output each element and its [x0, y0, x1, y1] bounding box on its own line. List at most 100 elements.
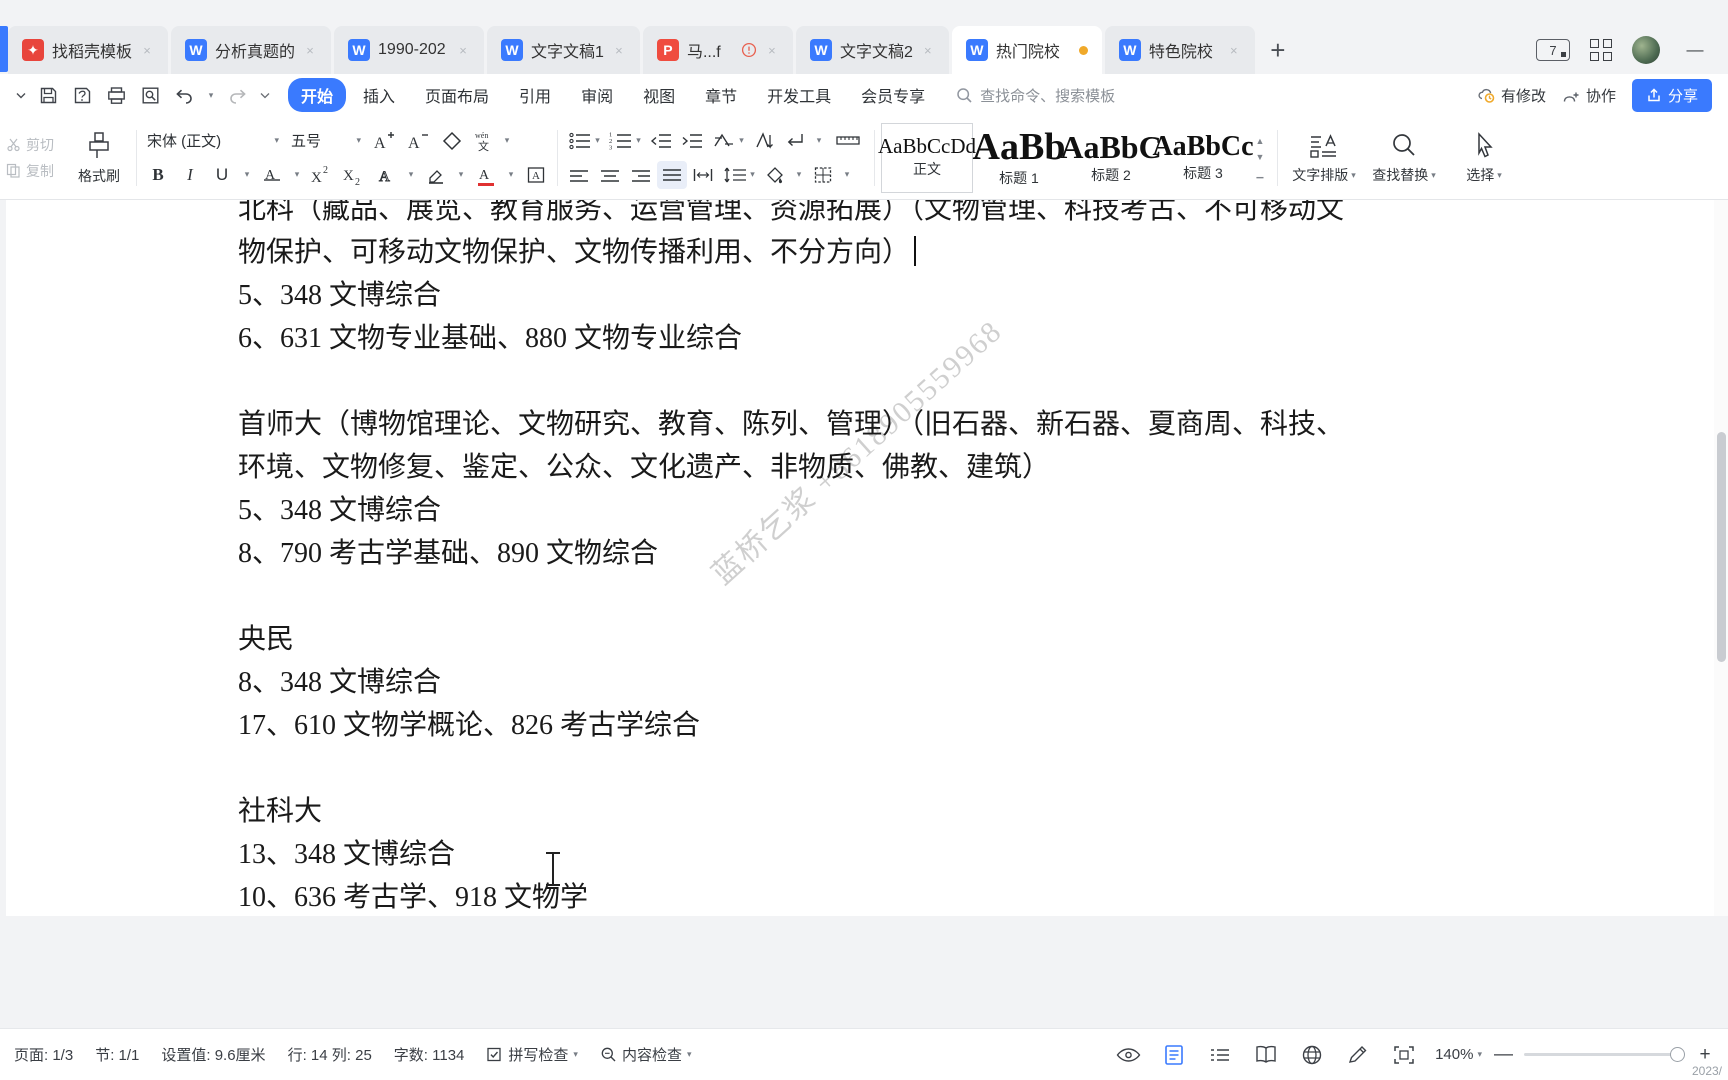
- close-icon[interactable]: ×: [765, 43, 779, 58]
- shading-button[interactable]: [760, 161, 790, 189]
- status-position[interactable]: 行: 14 列: 25: [288, 1044, 372, 1065]
- styles-expand-icon[interactable]: ▁: [1257, 168, 1264, 179]
- zoom-out-button[interactable]: —: [1494, 1044, 1513, 1066]
- qat-customize-chevron-icon[interactable]: [256, 80, 274, 110]
- zoom-in-button[interactable]: +: [1696, 1044, 1714, 1066]
- status-contentcheck[interactable]: 内容检查 ▾: [600, 1044, 691, 1065]
- style-item[interactable]: AaBbCc 标题 3: [1152, 123, 1253, 193]
- ribbon-tab-0[interactable]: 开始: [288, 78, 347, 112]
- ribbon-tab-8[interactable]: 会员专享: [848, 78, 938, 112]
- document-page[interactable]: 蓝桥乞浆 +8618905559968 北科（藏品、展览、教育服务、运营管理、资…: [0, 200, 1680, 916]
- subscript-button[interactable]: X2: [339, 161, 369, 189]
- document-tab[interactable]: W 文字文稿1 ×: [487, 26, 640, 74]
- search-command-box[interactable]: 查找命令、搜索模板: [956, 85, 1115, 106]
- align-left-button[interactable]: [564, 161, 594, 189]
- borders-button[interactable]: [808, 161, 838, 189]
- ribbon-tab-3[interactable]: 引用: [506, 78, 564, 112]
- ribbon-tab-5[interactable]: 视图: [630, 78, 688, 112]
- select-button[interactable]: 选择 ▾: [1444, 130, 1524, 185]
- document-tab[interactable]: W 特色院校 ×: [1104, 26, 1255, 74]
- print-preview-icon[interactable]: [134, 80, 166, 110]
- collaborate-button[interactable]: 协作: [1562, 85, 1616, 106]
- status-wordcount[interactable]: 字数: 1134: [394, 1044, 465, 1065]
- shading-chevron-icon[interactable]: ▾: [791, 161, 807, 189]
- document-line[interactable]: 首师大（博物馆理论、文物研究、教育、陈列、管理）（旧石器、新石器、夏商周、科技、: [238, 403, 1418, 446]
- highlight-button[interactable]: [421, 161, 451, 189]
- document-line[interactable]: 17、610 文物学概论、826 考古学综合: [238, 704, 1418, 747]
- strikethrough-chevron-icon[interactable]: ▾: [289, 161, 305, 189]
- document-line[interactable]: 13、348 文博综合: [238, 833, 1418, 876]
- document-line[interactable]: 6、631 文物专业基础、880 文物专业综合: [238, 317, 1418, 360]
- view-print-layout-button[interactable]: [1159, 1041, 1189, 1069]
- view-web-button[interactable]: [1297, 1041, 1327, 1069]
- status-page[interactable]: 页面: 1/3: [14, 1044, 73, 1065]
- line-spacing-button[interactable]: ▾: [719, 161, 759, 189]
- document-blank-line[interactable]: [238, 747, 1418, 790]
- print-icon[interactable]: [100, 80, 132, 110]
- ribbon-tab-1[interactable]: 插入: [350, 78, 408, 112]
- styles-gallery-nav[interactable]: ▲ ▼ ▁: [1249, 136, 1271, 179]
- status-spellcheck[interactable]: 拼写检查 ▾: [486, 1044, 578, 1065]
- document-line[interactable]: 8、348 文博综合: [238, 661, 1418, 704]
- text-effects-button[interactable]: A: [371, 161, 401, 189]
- close-icon[interactable]: ×: [1227, 43, 1241, 58]
- document-tab[interactable]: W 1990-202 ×: [334, 26, 485, 74]
- show-formatting-marks-button[interactable]: [749, 127, 779, 155]
- find-replace-button[interactable]: 查找替换 ▾: [1364, 130, 1444, 185]
- borders-chevron-icon[interactable]: ▾: [839, 161, 855, 189]
- format-painter-button[interactable]: 格式刷: [68, 130, 130, 186]
- increase-font-size-button[interactable]: A: [369, 127, 399, 155]
- document-tab[interactable]: W 分析真题的 ×: [171, 26, 332, 74]
- share-button[interactable]: 分享: [1631, 78, 1712, 112]
- document-line[interactable]: 北科（藏品、展览、教育服务、运营管理、资源拓展）（文物管理、科技考古、不可移动文: [238, 200, 1418, 231]
- distribute-button[interactable]: [688, 161, 718, 189]
- underline-button[interactable]: U: [207, 161, 237, 189]
- text-layout-button[interactable]: 文字排版 ▾: [1284, 130, 1364, 185]
- vertical-scrollbar-thumb[interactable]: [1717, 432, 1726, 662]
- new-tab-button[interactable]: +: [1258, 26, 1298, 74]
- document-tab[interactable]: W 热门院校: [951, 26, 1102, 74]
- undo-icon[interactable]: [168, 80, 200, 110]
- style-item[interactable]: AaBb 标题 1: [973, 123, 1066, 193]
- ribbon-tab-6[interactable]: 章节: [692, 78, 750, 112]
- ribbon-tab-4[interactable]: 审阅: [568, 78, 626, 112]
- save-as-icon[interactable]: [66, 80, 98, 110]
- bullet-list-button[interactable]: ▾: [564, 127, 604, 155]
- style-item[interactable]: AaBbC 标题 2: [1060, 123, 1161, 193]
- pinyin-guide-button[interactable]: wén 文 ▾: [471, 127, 511, 155]
- save-icon[interactable]: [32, 80, 64, 110]
- justify-button[interactable]: [657, 160, 687, 189]
- font-size-combobox[interactable]: 五号 ▾: [287, 128, 365, 154]
- document-tab[interactable]: P 马...f ×: [642, 26, 793, 74]
- redo-icon[interactable]: [222, 80, 254, 110]
- highlight-chevron-icon[interactable]: ▾: [453, 161, 469, 189]
- qat-expand-chevron-icon[interactable]: [12, 80, 30, 110]
- document-line[interactable]: 环境、文物修复、鉴定、公众、文化遗产、非物质、佛教、建筑）: [238, 446, 1418, 489]
- strikethrough-button[interactable]: A: [257, 161, 287, 189]
- document-tab[interactable]: ✦ 找稻壳模板 ×: [8, 26, 169, 74]
- document-blank-line[interactable]: [238, 360, 1418, 403]
- fit-page-button[interactable]: [1389, 1041, 1419, 1069]
- close-icon[interactable]: ×: [456, 43, 470, 58]
- view-outline-button[interactable]: [1205, 1041, 1235, 1069]
- superscript-button[interactable]: X2: [307, 161, 337, 189]
- close-icon[interactable]: ×: [140, 43, 154, 58]
- document-tab[interactable]: W 文字文稿2 ×: [795, 26, 949, 74]
- document-line[interactable]: 5、348 文博综合: [238, 489, 1418, 532]
- sort-button[interactable]: ▾: [708, 127, 748, 155]
- status-section[interactable]: 节: 1/1: [95, 1044, 139, 1065]
- text-effects-chevron-icon[interactable]: ▾: [403, 161, 419, 189]
- styles-scroll-up-icon[interactable]: ▲: [1256, 136, 1265, 146]
- avatar[interactable]: [1632, 36, 1660, 64]
- font-color-chevron-icon[interactable]: ▾: [503, 161, 519, 189]
- ribbon-tab-2[interactable]: 页面布局: [412, 78, 502, 112]
- font-name-combobox[interactable]: 宋体 (正文) ▾: [143, 128, 283, 154]
- document-line[interactable]: 8、790 考古学基础、890 文物综合: [238, 532, 1418, 575]
- document-text[interactable]: 北科（藏品、展览、教育服务、运营管理、资源拓展）（文物管理、科技考古、不可移动文…: [238, 200, 1418, 916]
- clear-formatting-button[interactable]: [437, 127, 467, 155]
- align-center-button[interactable]: [595, 161, 625, 189]
- document-line[interactable]: 物保护、可移动文物保护、文物传播利用、不分方向）: [238, 231, 1418, 274]
- document-line[interactable]: 央民: [238, 618, 1418, 661]
- character-border-button[interactable]: A: [521, 161, 551, 189]
- close-icon[interactable]: ×: [303, 43, 317, 58]
